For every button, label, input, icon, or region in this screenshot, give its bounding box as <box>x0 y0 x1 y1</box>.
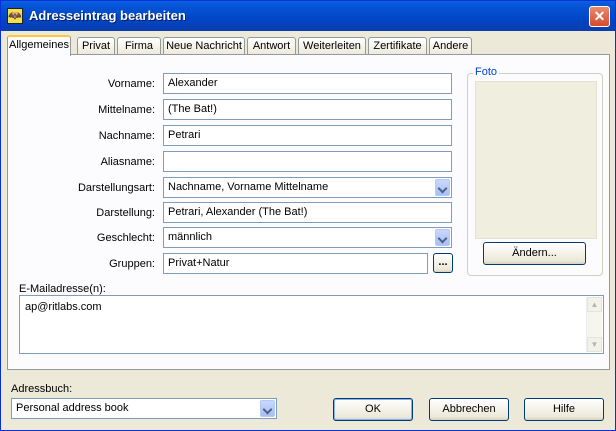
mittelname-label: Mittelname: <box>98 104 155 116</box>
darstellungsart-select[interactable]: Nachname, Vorname Mittelname <box>163 177 452 198</box>
scroll-up-icon[interactable]: ▲ <box>587 297 602 312</box>
darstellung-field[interactable]: Petrari, Alexander (The Bat!) <box>163 202 452 223</box>
help-button[interactable]: Hilfe <box>524 398 604 421</box>
email-textarea[interactable]: ap@ritlabs.com ▲ ▼ <box>19 295 604 354</box>
gruppen-field[interactable]: Privat+Natur <box>163 253 428 274</box>
gruppen-label: Gruppen: <box>109 258 155 270</box>
scroll-down-icon[interactable]: ▼ <box>587 337 602 352</box>
change-photo-button[interactable]: Ändern... <box>483 242 586 265</box>
tab-weiterleiten[interactable]: Weiterleiten <box>298 37 366 55</box>
gruppen-browse-button[interactable]: ... <box>433 253 453 273</box>
nachname-label: Nachname: <box>98 130 155 142</box>
geschlecht-value: männlich <box>168 231 213 243</box>
tab-antwort[interactable]: Antwort <box>247 37 296 55</box>
darstellungsart-label: Darstellungsart: <box>77 182 155 194</box>
tab-andere[interactable]: Andere <box>429 37 472 55</box>
close-button[interactable]: ✕ <box>589 6 610 27</box>
darstellungsart-value: Nachname, Vorname Mittelname <box>168 181 329 193</box>
tab-firma[interactable]: Firma <box>117 37 161 55</box>
adressbuch-select[interactable]: Personal address book <box>11 398 277 419</box>
darstellung-label: Darstellung: <box>96 207 155 219</box>
title-bar[interactable]: 🦇 Adresseintrag bearbeiten ✕ <box>1 1 615 31</box>
email-label: E-Mailadresse(n): <box>19 283 106 295</box>
aliasname-label: Aliasname: <box>100 156 155 168</box>
tab-privat[interactable]: Privat <box>77 37 115 55</box>
geschlecht-label: Geschlecht: <box>96 232 155 244</box>
cancel-button[interactable]: Abbrechen <box>429 398 509 421</box>
nachname-field[interactable]: Petrari <box>163 125 452 146</box>
vorname-field[interactable]: Alexander <box>163 73 452 94</box>
tab-zertifikate[interactable]: Zertifikate <box>368 37 427 55</box>
aliasname-field[interactable] <box>163 151 452 172</box>
email-value: ap@ritlabs.com <box>25 301 102 313</box>
chevron-down-icon[interactable] <box>435 179 450 196</box>
chevron-down-icon[interactable] <box>260 400 275 417</box>
geschlecht-select[interactable]: männlich <box>163 227 452 248</box>
tab-allgemeines[interactable]: Allgemeines <box>7 35 71 56</box>
ok-button[interactable]: OK <box>333 398 413 421</box>
email-scrollbar[interactable]: ▲ ▼ <box>586 297 602 352</box>
vorname-label: Vorname: <box>107 78 155 90</box>
chevron-down-icon[interactable] <box>435 229 450 246</box>
foto-title: Foto <box>473 66 500 78</box>
tab-neue-nachricht[interactable]: Neue Nachricht <box>163 37 245 55</box>
window-title: Adresseintrag bearbeiten <box>29 8 186 23</box>
bat-icon: 🦇 <box>7 8 23 24</box>
adressbuch-label: Adressbuch: <box>11 383 73 395</box>
adressbuch-value: Personal address book <box>16 402 129 414</box>
mittelname-field[interactable]: (The Bat!) <box>163 99 452 120</box>
dialog-window: 🦇 Adresseintrag bearbeiten ✕ Allgemeines… <box>0 0 616 431</box>
photo-area <box>475 81 597 239</box>
